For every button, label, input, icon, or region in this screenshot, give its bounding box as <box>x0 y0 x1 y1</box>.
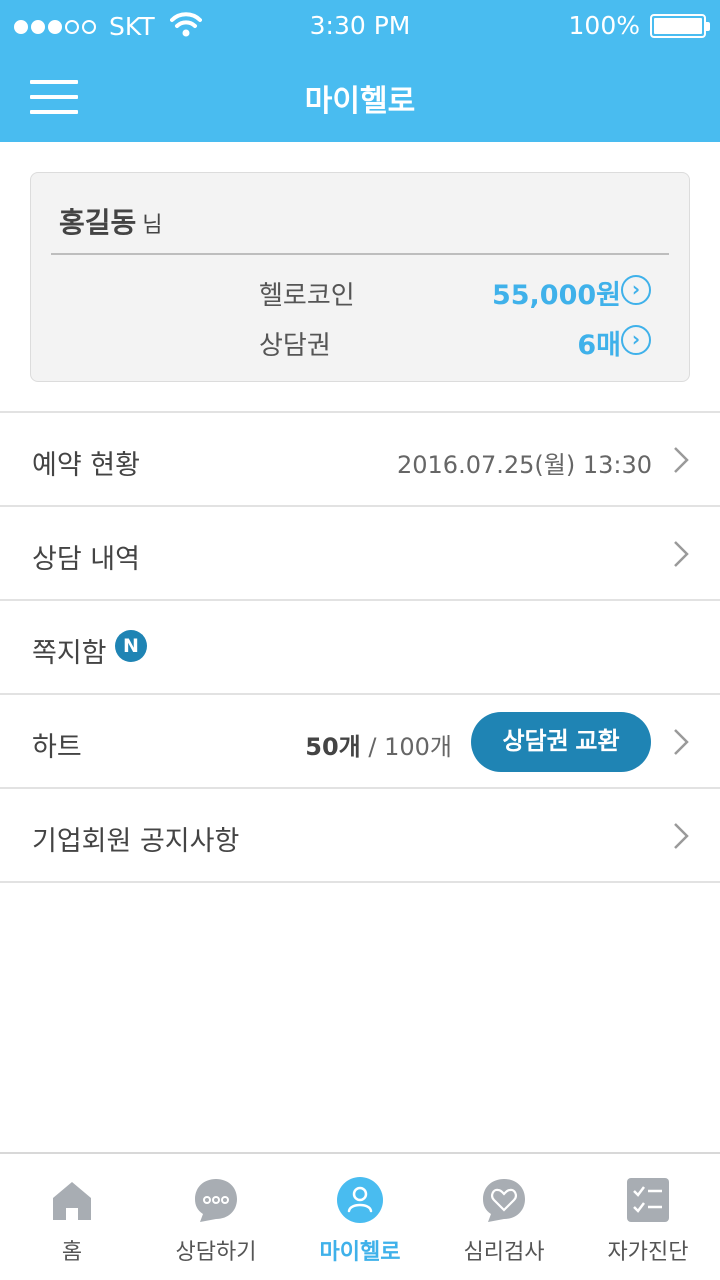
reservation-date: 2016.07.25(월) 13:30 <box>396 451 652 479</box>
battery-indicator: 100% <box>568 11 710 40</box>
checklist-icon <box>627 1178 669 1222</box>
menu-item-label: 쪽지함 <box>32 638 107 669</box>
tab-myhello[interactable]: 마이헬로 <box>288 1154 432 1280</box>
coin-value: 55,000원 <box>491 280 621 311</box>
home-icon <box>53 1182 91 1220</box>
app-header: 마이헬로 <box>0 52 720 142</box>
menu-item-label: 기업회원 공지사항 <box>32 826 240 857</box>
card-divider <box>51 253 669 255</box>
menu-item-messages[interactable]: 쪽지함 N <box>0 601 720 695</box>
ticket-value: 6매 <box>577 330 621 361</box>
tab-self-check[interactable]: 자가진단 <box>576 1154 720 1280</box>
chevron-right-icon <box>674 823 689 849</box>
person-icon <box>337 1177 383 1223</box>
status-bar: SKT 3:30 PM 100% <box>0 0 720 52</box>
user-greeting: 홍길동 님 <box>59 201 163 241</box>
user-name: 홍길동 <box>59 206 137 239</box>
page-title: 마이헬로 <box>304 84 416 119</box>
coin-label: 헬로코인 <box>259 281 355 311</box>
tab-label: 마이헬로 <box>319 1240 401 1265</box>
bottom-tab-bar: 홈 상담하기 마이헬로 심리검사 자가진단 <box>0 1152 720 1280</box>
tab-label: 심리검사 <box>463 1240 545 1265</box>
tab-label: 자가진단 <box>607 1240 689 1265</box>
exchange-ticket-button[interactable]: 상담권 교환 <box>471 712 651 772</box>
screen: SKT 3:30 PM 100% 마이헬로 홍길동 님 헬로코인 55,000원 … <box>0 0 720 1280</box>
profile-card: 홍길동 님 헬로코인 55,000원 › 상담권 6매 › <box>30 172 690 382</box>
menu-list: 예약 현황 2016.07.25(월) 13:30 상담 내역 쪽지함 N 하트… <box>0 411 720 883</box>
menu-item-history[interactable]: 상담 내역 <box>0 507 720 601</box>
battery-icon <box>650 13 710 38</box>
chevron-right-icon <box>674 541 689 567</box>
menu-item-label: 예약 현황 <box>32 450 140 481</box>
coin-row[interactable]: 헬로코인 55,000원 › <box>31 271 691 311</box>
menu-item-notice[interactable]: 기업회원 공지사항 <box>0 789 720 883</box>
chat-bubble-icon <box>195 1179 237 1222</box>
ticket-label: 상담권 <box>259 331 331 361</box>
ticket-row[interactable]: 상담권 6매 › <box>31 321 691 361</box>
ticket-detail-arrow-icon[interactable]: › <box>621 325 651 355</box>
menu-item-reservation[interactable]: 예약 현황 2016.07.25(월) 13:30 <box>0 413 720 507</box>
menu-item-hearts: 하트 50개 / 100개 상담권 교환 <box>0 695 720 789</box>
chevron-right-icon <box>674 447 689 473</box>
heart-bubble-icon <box>483 1179 525 1222</box>
menu-item-label: 하트 <box>32 732 82 763</box>
tab-label: 상담하기 <box>175 1240 257 1265</box>
tab-home[interactable]: 홈 <box>0 1154 144 1280</box>
coin-detail-arrow-icon[interactable]: › <box>621 275 651 305</box>
tab-psych-test[interactable]: 심리검사 <box>432 1154 576 1280</box>
battery-percent: 100% <box>568 11 640 40</box>
user-honorific: 님 <box>142 213 163 238</box>
menu-item-label: 상담 내역 <box>32 544 140 575</box>
hearts-total: / 100개 <box>368 733 452 761</box>
tab-counsel[interactable]: 상담하기 <box>144 1154 288 1280</box>
hearts-count: 50개 / 100개 <box>305 727 452 762</box>
hearts-current: 50개 <box>305 733 361 761</box>
new-badge: N <box>115 630 147 662</box>
chevron-right-icon[interactable] <box>672 727 690 757</box>
tab-label: 홈 <box>61 1240 83 1265</box>
